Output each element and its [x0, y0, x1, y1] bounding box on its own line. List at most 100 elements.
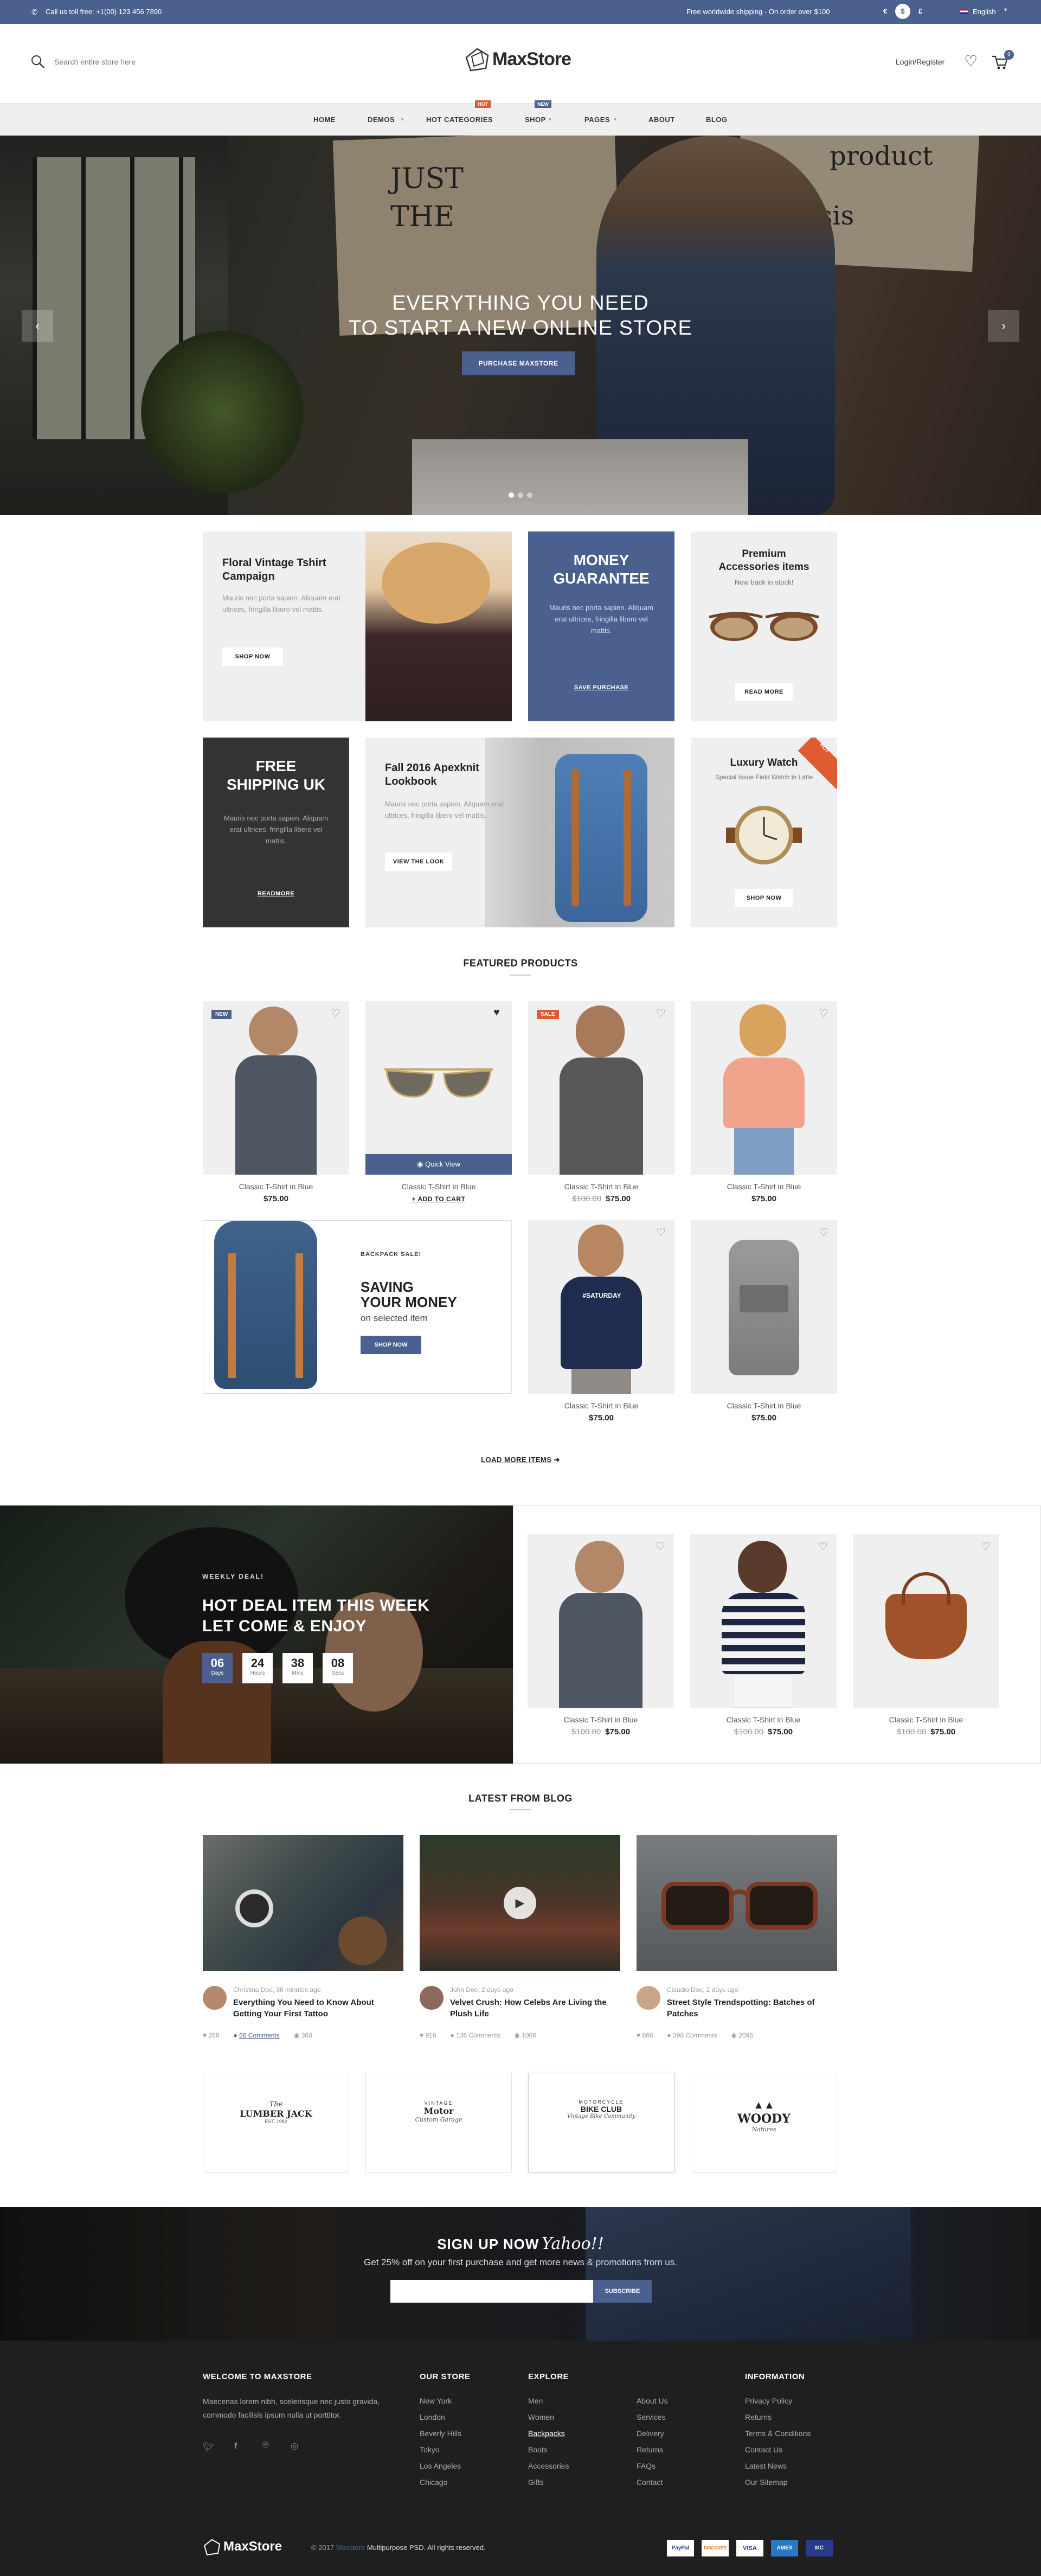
comments-link[interactable]: 66 Comments [239, 2032, 280, 2039]
footer-link[interactable]: Los Angeles [420, 2458, 461, 2474]
play-icon[interactable]: ▶ [504, 1887, 536, 1919]
read-more-button[interactable]: READ MORE [735, 683, 793, 701]
product-name[interactable]: Classic T-Shirt in Blue [365, 1182, 512, 1191]
purchase-button[interactable]: PURCHASE MAXSTORE [462, 351, 575, 375]
blog-image[interactable] [637, 1835, 837, 1971]
wishlist-heart-icon[interactable]: ♡ [656, 1540, 665, 1553]
language-select[interactable]: English [973, 8, 996, 16]
footer-link[interactable]: Returns [745, 2409, 811, 2425]
footer-link[interactable]: Accessories [528, 2458, 569, 2474]
readmore-link[interactable]: READMORE [203, 890, 349, 897]
footer-link[interactable]: Men [528, 2393, 569, 2409]
brand-logo[interactable]: VINTAGE Motor Custom Garage [365, 2073, 512, 2173]
pinterest-icon[interactable]: ℗ [262, 2440, 269, 2450]
product-image[interactable]: #SATURDAY [528, 1220, 674, 1394]
footer-link[interactable]: Latest News [745, 2458, 811, 2474]
footer-logo[interactable]: MaxStore [223, 2539, 282, 2554]
footer-link[interactable]: Privacy Policy [745, 2393, 811, 2409]
footer-link[interactable]: Backpacks [528, 2425, 569, 2442]
slider-dot[interactable] [509, 492, 514, 498]
product-name[interactable]: Classic T-Shirt in Blue [690, 1715, 837, 1724]
footer-link[interactable]: Gifts [528, 2474, 569, 2490]
twitter-icon[interactable]: 🐦︎ [203, 2442, 214, 2452]
blog-image[interactable]: ▶ [420, 1835, 620, 1971]
nav-pages[interactable]: PAGES [584, 104, 610, 136]
view-look-button[interactable]: VIEW THE LOOK [385, 853, 452, 871]
footer-link[interactable]: Services [637, 2409, 668, 2425]
comments-link[interactable]: 136 Comments [456, 2032, 500, 2039]
blog-title[interactable]: Velvet Crush: How Celebs Are Living the … [450, 1997, 618, 2020]
footer-link[interactable]: About Us [637, 2393, 668, 2409]
copyright-brand[interactable]: Maxstore [336, 2543, 365, 2552]
brand-logo[interactable]: ▲▲ WOODY Natures [691, 2073, 837, 2173]
product-name[interactable]: Classic T-Shirt in Blue [691, 1182, 837, 1191]
logo-text[interactable]: MaxStore [492, 49, 571, 70]
nav-about[interactable]: ABOUT [648, 104, 675, 136]
wishlist-heart-icon[interactable]: ♡ [819, 1007, 828, 1020]
email-field[interactable] [390, 2280, 593, 2303]
search-input[interactable] [54, 54, 195, 69]
brand-logo[interactable]: The LUMBER JACK EST. 1982 [203, 2073, 349, 2173]
footer-link[interactable]: London [420, 2409, 461, 2425]
footer-link[interactable]: Contact Us [745, 2442, 811, 2458]
login-link[interactable]: Login/Register [896, 57, 944, 66]
subscribe-button[interactable]: SUBSCRIBE [593, 2280, 652, 2303]
wishlist-heart-icon[interactable]: ♡ [656, 1007, 666, 1020]
product-name[interactable]: Classic T-Shirt in Blue [528, 1715, 674, 1724]
product-name[interactable]: Classic T-Shirt in Blue [853, 1715, 999, 1724]
product-name[interactable]: Classic T-Shirt in Blue [528, 1401, 674, 1410]
product-image[interactable] [691, 1220, 837, 1394]
nav-hot-categories[interactable]: HOT CATEGORIES [426, 104, 493, 136]
shop-now-button[interactable]: SHOP NOW [361, 1336, 421, 1354]
prev-arrow-icon[interactable]: ‹ [22, 310, 53, 342]
wishlist-heart-icon[interactable]: ♡ [819, 1226, 828, 1239]
search-icon[interactable] [30, 54, 46, 69]
footer-link[interactable]: Terms & Conditions [745, 2425, 811, 2442]
product-image[interactable] [528, 1001, 674, 1175]
nav-home[interactable]: HOME [313, 104, 336, 136]
product-image[interactable] [203, 1001, 349, 1175]
currency-eur[interactable]: € [883, 7, 887, 15]
product-image[interactable] [528, 1534, 674, 1708]
footer-link[interactable]: FAQs [637, 2458, 668, 2474]
wishlist-heart-filled-icon[interactable]: ♥ [493, 1007, 500, 1019]
footer-link[interactable]: Women [528, 2409, 569, 2425]
wishlist-heart-icon[interactable]: ♡ [818, 1540, 828, 1553]
add-to-cart-link[interactable]: + ADD TO CART [365, 1195, 512, 1203]
blog-title[interactable]: Street Style Trendspotting: Batches of P… [667, 1997, 835, 2020]
nav-shop[interactable]: SHOP [525, 104, 546, 136]
footer-link[interactable]: Our Sitemap [745, 2474, 811, 2490]
blog-title[interactable]: Everything You Need to Know About Gettin… [233, 1997, 401, 2020]
wishlist-heart-icon[interactable]: ♡ [331, 1007, 340, 1020]
slider-dot[interactable] [518, 492, 523, 498]
load-more-button[interactable]: LOAD MORE ITEMS ➜ [0, 1456, 1041, 1464]
product-image[interactable] [691, 1001, 837, 1175]
nav-blog[interactable]: BLOG [706, 104, 728, 136]
footer-link[interactable]: Tokyo [420, 2442, 461, 2458]
product-image[interactable] [690, 1534, 837, 1708]
footer-link[interactable]: Beverly Hills [420, 2425, 461, 2442]
currency-gbp[interactable]: £ [918, 7, 922, 15]
wishlist-heart-icon[interactable]: ♡ [981, 1540, 991, 1553]
brand-logo[interactable]: MOTORCYCLE BIKE CLUB Vintage Bike Commun… [528, 2073, 674, 2173]
slider-dot[interactable] [527, 492, 532, 498]
footer-link[interactable]: Contact [637, 2474, 668, 2490]
product-name[interactable]: Classic T-Shirt in Blue [691, 1401, 837, 1410]
comments-link[interactable]: 398 Comments [673, 2032, 717, 2039]
footer-link[interactable]: New York [420, 2393, 461, 2409]
blog-image[interactable] [203, 1835, 403, 1971]
quick-view-button[interactable]: ◉ Quick View [365, 1154, 512, 1175]
product-name[interactable]: Classic T-Shirt in Blue [528, 1182, 674, 1191]
facebook-icon[interactable]: f [234, 2442, 237, 2451]
nav-demos[interactable]: DEMOS [368, 104, 395, 136]
save-purchase-link[interactable]: SAVE PURCHASE [528, 684, 674, 691]
shop-now-button[interactable]: SHOP NOW [735, 889, 793, 907]
footer-link[interactable]: Chicago [420, 2474, 461, 2490]
wishlist-heart-icon[interactable]: ♡ [656, 1226, 666, 1239]
footer-link[interactable]: Boots [528, 2442, 569, 2458]
wishlist-heart-icon[interactable]: ♡ [964, 52, 978, 70]
currency-usd[interactable]: $ [895, 4, 910, 19]
instagram-icon[interactable]: ◎ [291, 2440, 298, 2451]
next-arrow-icon[interactable]: › [988, 310, 1019, 342]
product-image[interactable] [365, 1001, 512, 1175]
